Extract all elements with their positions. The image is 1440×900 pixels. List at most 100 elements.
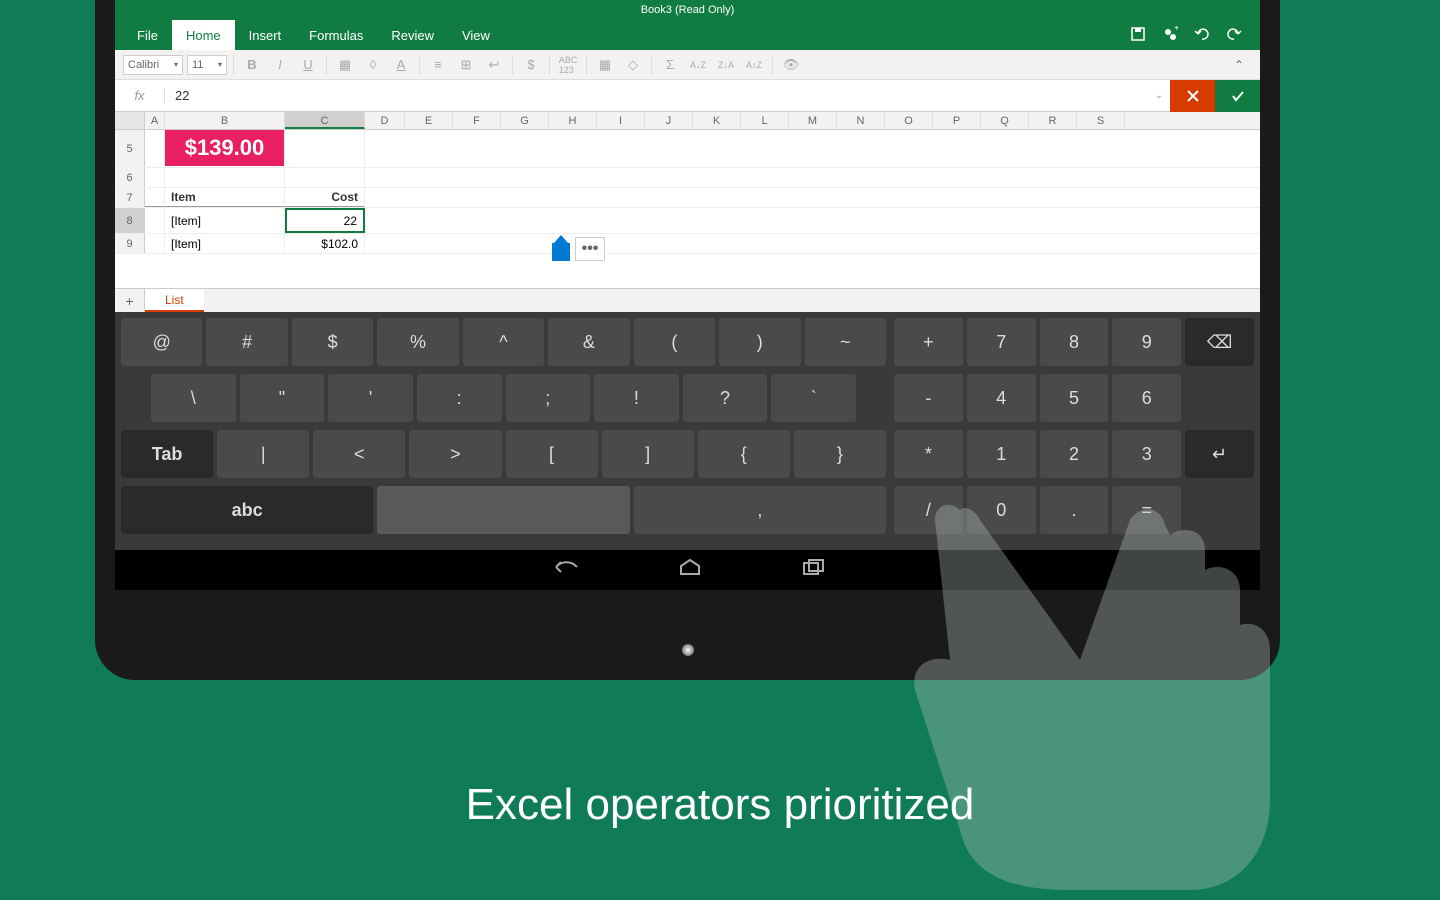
row-header[interactable]: 5 <box>115 130 145 167</box>
col-header[interactable]: M <box>789 112 837 129</box>
col-header[interactable]: S <box>1077 112 1125 129</box>
col-header[interactable]: O <box>885 112 933 129</box>
clear-icon[interactable]: ◇ <box>621 53 645 77</box>
col-header[interactable]: F <box>453 112 501 129</box>
tab-home[interactable]: Home <box>172 20 235 50</box>
grid-body[interactable]: 5 $139.00 6 7 Item Cost 8 <box>115 130 1260 288</box>
key-colon[interactable]: : <box>417 374 502 422</box>
key-squote[interactable]: ' <box>328 374 413 422</box>
key-caret[interactable]: ^ <box>463 318 544 366</box>
key-abc[interactable]: abc <box>121 486 373 534</box>
key-3[interactable]: 3 <box>1112 430 1181 478</box>
key-rbrace[interactable]: } <box>794 430 886 478</box>
home-button[interactable] <box>682 644 694 656</box>
header-item[interactable]: Item <box>165 188 285 207</box>
home-icon[interactable] <box>678 558 702 582</box>
tab-view[interactable]: View <box>448 20 504 50</box>
cost-cell[interactable]: $102.0 <box>285 234 365 253</box>
align-icon[interactable]: ≡ <box>426 53 450 77</box>
key-lt[interactable]: < <box>313 430 405 478</box>
key-dquote[interactable]: " <box>240 374 325 422</box>
key-star[interactable]: * <box>894 430 963 478</box>
sum-icon[interactable]: Σ <box>658 53 682 77</box>
key-9[interactable]: 9 <box>1112 318 1181 366</box>
key-lparen[interactable]: ( <box>634 318 715 366</box>
key-bslash[interactable]: \ <box>151 374 236 422</box>
row-header[interactable]: 7 <box>115 188 145 207</box>
key-rparen[interactable]: ) <box>719 318 800 366</box>
col-header[interactable]: L <box>741 112 789 129</box>
col-header[interactable]: G <box>501 112 549 129</box>
formula-cancel-button[interactable] <box>1170 80 1215 112</box>
key-tab[interactable]: Tab <box>121 430 213 478</box>
key-comma[interactable]: , <box>634 486 886 534</box>
tab-file[interactable]: File <box>123 20 172 50</box>
back-icon[interactable] <box>550 558 578 582</box>
key-dot[interactable]: . <box>1040 486 1109 534</box>
italic-icon[interactable]: I <box>268 53 292 77</box>
merge-icon[interactable]: ⊞ <box>454 53 478 77</box>
collapse-ribbon-icon[interactable]: ⌃ <box>1234 58 1252 72</box>
select-all-corner[interactable] <box>115 112 145 129</box>
key-5[interactable]: 5 <box>1040 374 1109 422</box>
row-header[interactable]: 8 <box>115 208 145 233</box>
key-excl[interactable]: ! <box>594 374 679 422</box>
key-question[interactable]: ? <box>683 374 768 422</box>
cell-cursor-handle[interactable] <box>552 243 570 261</box>
key-pipe[interactable]: | <box>217 430 309 478</box>
table-icon[interactable]: ▦ <box>593 53 617 77</box>
col-header[interactable]: N <box>837 112 885 129</box>
fill-color-icon[interactable]: ◊ <box>361 53 385 77</box>
key-1[interactable]: 1 <box>967 430 1036 478</box>
sort-asc-icon[interactable]: A↓Z <box>686 53 710 77</box>
bold-icon[interactable]: B <box>240 53 264 77</box>
item-cell[interactable]: [Item] <box>165 208 285 233</box>
font-select[interactable]: Calibri▾ <box>123 55 183 75</box>
key-dollar[interactable]: $ <box>292 318 373 366</box>
col-header[interactable]: D <box>365 112 405 129</box>
key-hash[interactable]: # <box>206 318 287 366</box>
key-lbrace[interactable]: { <box>698 430 790 478</box>
key-2[interactable]: 2 <box>1040 430 1109 478</box>
add-sheet-button[interactable]: + <box>115 289 145 312</box>
find-icon[interactable]: 👁 <box>779 53 803 77</box>
col-header[interactable]: R <box>1029 112 1077 129</box>
tab-review[interactable]: Review <box>377 20 448 50</box>
key-0[interactable]: 0 <box>967 486 1036 534</box>
undo-icon[interactable] <box>1194 26 1210 45</box>
key-backtick[interactable]: ` <box>771 374 856 422</box>
key-8[interactable]: 8 <box>1040 318 1109 366</box>
share-icon[interactable]: + <box>1162 26 1178 45</box>
col-header[interactable]: B <box>165 112 285 129</box>
font-color-icon[interactable]: A <box>389 53 413 77</box>
key-6[interactable]: 6 <box>1112 374 1181 422</box>
key-space[interactable] <box>377 486 629 534</box>
formula-input[interactable]: 22 <box>165 88 1148 103</box>
tab-insert[interactable]: Insert <box>235 20 296 50</box>
number-format-icon[interactable]: ABC123 <box>556 53 580 77</box>
col-header[interactable]: C <box>285 112 365 129</box>
col-header[interactable]: K <box>693 112 741 129</box>
recents-icon[interactable] <box>802 558 826 582</box>
row-header[interactable]: 6 <box>115 168 145 187</box>
key-lbracket[interactable]: [ <box>506 430 598 478</box>
key-semi[interactable]: ; <box>506 374 591 422</box>
key-4[interactable]: 4 <box>967 374 1036 422</box>
cell-context-button[interactable]: ••• <box>575 237 605 261</box>
col-header[interactable]: A <box>145 112 165 129</box>
key-minus[interactable]: - <box>894 374 963 422</box>
save-icon[interactable] <box>1130 26 1146 45</box>
header-cost[interactable]: Cost <box>285 188 365 207</box>
key-backspace[interactable]: ⌫ <box>1185 318 1254 366</box>
key-at[interactable]: @ <box>121 318 202 366</box>
key-amp[interactable]: & <box>548 318 629 366</box>
filter-icon[interactable]: A↕Z <box>742 53 766 77</box>
row-header[interactable]: 9 <box>115 234 145 253</box>
sort-desc-icon[interactable]: Z↓A <box>714 53 738 77</box>
key-equals[interactable]: = <box>1112 486 1181 534</box>
border-icon[interactable]: ▦ <box>333 53 357 77</box>
col-header[interactable]: Q <box>981 112 1029 129</box>
key-enter[interactable]: ↵ <box>1185 430 1254 478</box>
col-header[interactable]: P <box>933 112 981 129</box>
col-header[interactable]: I <box>597 112 645 129</box>
